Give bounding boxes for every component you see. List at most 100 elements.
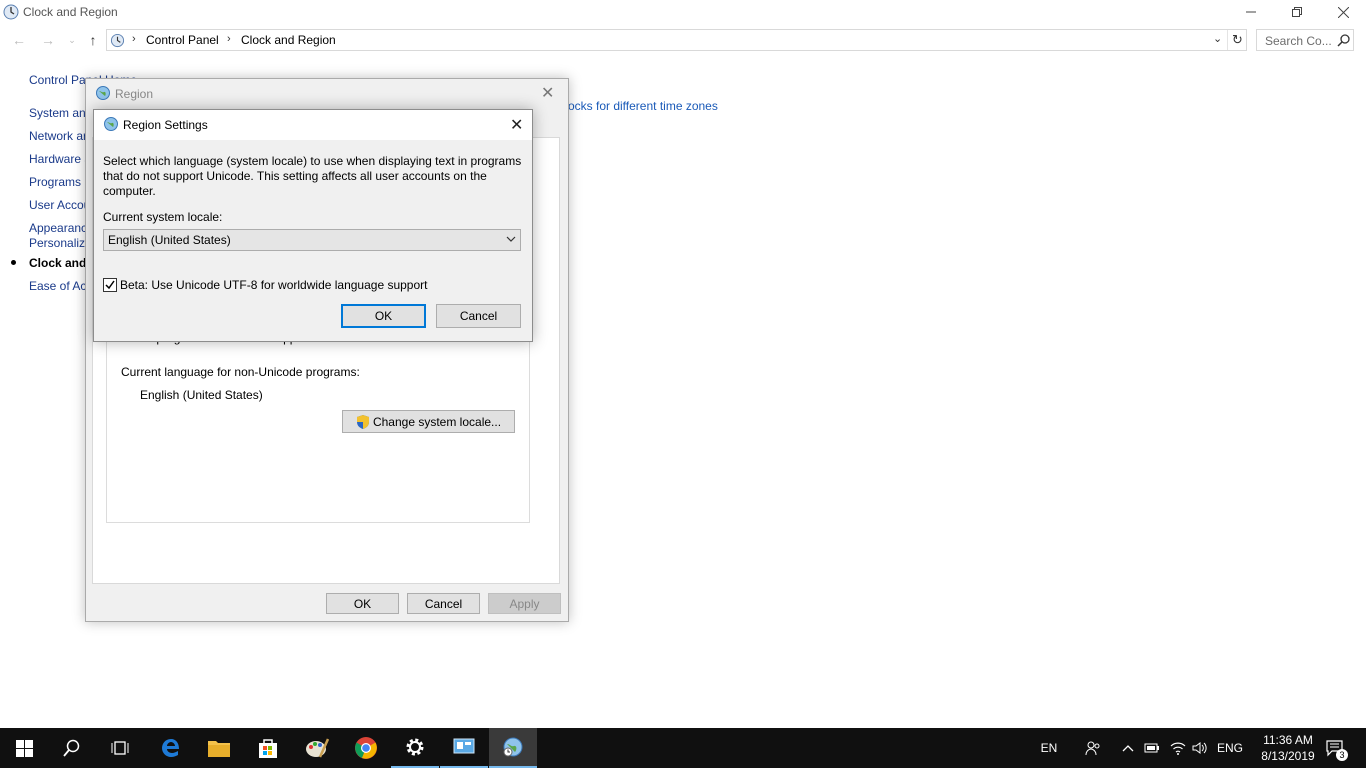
control-panel-icon — [110, 33, 125, 48]
people-icon — [1085, 741, 1100, 756]
chevron-up-icon — [1122, 745, 1134, 752]
taskbar: EN ENG 11:36 AM 8/13/2019 3 — [0, 728, 1366, 768]
window-titlebar: Clock and Region — [0, 0, 1366, 24]
sidebar-item-programs[interactable]: Programs — [29, 175, 81, 189]
change-system-locale-button[interactable]: Change system locale... — [342, 410, 515, 433]
region-cancel-label: Cancel — [424, 596, 463, 611]
taskbar-settings[interactable] — [391, 728, 439, 768]
paint-icon — [306, 738, 329, 758]
back-arrow-icon: ← — [12, 32, 26, 48]
address-dropdown-icon[interactable]: ⌄ — [1213, 32, 1222, 45]
sidebar-item-network[interactable]: Network ar — [29, 129, 87, 143]
region-settings-cancel-button[interactable]: Cancel — [436, 304, 521, 328]
utf8-beta-checkbox[interactable] — [103, 278, 117, 292]
sidebar-item-ease-of-access[interactable]: Ease of Acc — [29, 279, 92, 293]
close-window-button[interactable] — [1320, 0, 1366, 24]
current-system-locale-label: Current system locale: — [103, 210, 223, 224]
forward-button[interactable]: → — [38, 30, 58, 50]
taskbar-paint[interactable] — [293, 728, 341, 768]
region-ok-button[interactable]: OK — [326, 593, 399, 614]
taskbar-region[interactable] — [489, 728, 537, 768]
region-globe-icon — [104, 117, 118, 131]
language-indicator[interactable]: ENG — [1214, 728, 1246, 768]
people-button[interactable] — [1080, 728, 1106, 768]
volume-button[interactable] — [1190, 728, 1210, 768]
sidebar-item-personalization[interactable]: Personaliza — [29, 236, 92, 250]
sidebar-item-user-accounts[interactable]: User Accou — [29, 198, 90, 212]
back-button[interactable]: ← — [9, 30, 29, 50]
input-indicator[interactable]: EN — [1036, 728, 1062, 768]
start-icon — [15, 739, 33, 757]
start-button[interactable] — [0, 728, 48, 768]
taskbar-search-button[interactable] — [48, 728, 96, 768]
chevron-down-icon: ⌄ — [68, 34, 76, 45]
breadcrumb-separator-icon: › — [132, 33, 136, 45]
region-settings-close-icon[interactable]: ✕ — [510, 115, 523, 135]
region-settings-title: Region Settings — [123, 118, 208, 132]
non-unicode-language-label: Current language for non-Unicode program… — [121, 365, 360, 379]
breadcrumb-separator-icon: › — [227, 33, 231, 45]
system-locale-dropdown[interactable]: English (United States) — [103, 229, 521, 251]
checkmark-icon — [105, 280, 115, 290]
refresh-button[interactable]: ↻ — [1227, 30, 1247, 50]
refresh-icon: ↻ — [1232, 32, 1243, 47]
minimize-button[interactable] — [1228, 0, 1274, 24]
region-settings-ok-button[interactable]: OK — [341, 304, 426, 328]
taskbar-control-panel[interactable] — [440, 728, 488, 768]
search-input[interactable]: Search Co... — [1256, 29, 1354, 51]
sidebar-item-clock-and-region[interactable]: Clock and — [29, 256, 86, 270]
additional-clocks-link[interactable]: ocks for different time zones — [568, 99, 718, 113]
breadcrumb-control-panel[interactable]: Control Panel — [146, 33, 219, 47]
edge-icon — [162, 739, 179, 757]
window-title: Clock and Region — [23, 5, 118, 19]
region-settings-ok-label: OK — [374, 309, 393, 323]
recent-locations-button[interactable]: ⌄ — [62, 30, 82, 50]
region-cancel-button[interactable]: Cancel — [407, 593, 480, 614]
close-icon — [1337, 6, 1349, 18]
search-icon — [63, 739, 80, 757]
region-globe-icon — [503, 737, 523, 757]
region-apply-button[interactable]: Apply — [488, 593, 561, 614]
region-ok-label: OK — [353, 596, 372, 611]
region-globe-icon — [96, 86, 110, 100]
navigation-bar: ← → ⌄ ↑ › Control Panel › Clock and Regi… — [0, 26, 1366, 54]
battery-icon — [1144, 743, 1159, 753]
region-apply-label: Apply — [509, 596, 540, 611]
taskbar-file-explorer[interactable] — [195, 728, 243, 768]
change-system-locale-label: Change system locale... — [372, 414, 502, 429]
restore-button[interactable] — [1274, 0, 1320, 24]
region-settings-description: Select which language (system locale) to… — [103, 154, 522, 198]
task-view-button[interactable] — [96, 728, 144, 768]
region-dialog-title: Region — [115, 87, 154, 101]
chrome-icon — [355, 737, 377, 759]
address-bar[interactable]: › Control Panel › Clock and Region ⌄ ↻ — [106, 29, 1247, 51]
clock-time: 11:36 AM — [1263, 733, 1313, 747]
taskbar-chrome[interactable] — [342, 728, 390, 768]
non-unicode-language-value: English (United States) — [140, 388, 263, 402]
battery-button[interactable] — [1142, 728, 1162, 768]
taskbar-edge[interactable] — [147, 728, 195, 768]
wifi-icon — [1170, 742, 1186, 755]
chevron-down-icon — [506, 236, 516, 242]
network-button[interactable] — [1167, 728, 1189, 768]
task-view-icon — [111, 741, 129, 755]
speaker-icon — [1192, 742, 1207, 754]
forward-arrow-icon: → — [41, 32, 55, 48]
utf8-beta-label[interactable]: Beta: Use Unicode UTF-8 for worldwide la… — [120, 278, 428, 292]
sidebar-item-system[interactable]: System and — [29, 106, 92, 120]
up-button[interactable]: ↑ — [83, 30, 103, 50]
clock-date: 8/13/2019 — [1261, 749, 1315, 763]
taskbar-clock[interactable]: 11:36 AM 8/13/2019 — [1256, 732, 1320, 764]
region-settings-dialog: Region Settings ✕ Select which language … — [93, 109, 533, 342]
action-center-button[interactable]: 3 — [1320, 728, 1352, 768]
sidebar-item-hardware[interactable]: Hardware a — [29, 152, 91, 166]
breadcrumb-clock-and-region[interactable]: Clock and Region — [241, 33, 336, 47]
restore-icon — [1292, 7, 1302, 17]
taskbar-store[interactable] — [244, 728, 292, 768]
sidebar-item-appearance[interactable]: Appearanc — [29, 221, 87, 235]
show-hidden-icons-button[interactable] — [1118, 728, 1138, 768]
settings-icon — [406, 738, 424, 756]
region-close-icon[interactable]: ✕ — [541, 83, 554, 103]
system-locale-value: English (United States) — [108, 233, 231, 247]
up-arrow-icon: ↑ — [89, 32, 97, 48]
